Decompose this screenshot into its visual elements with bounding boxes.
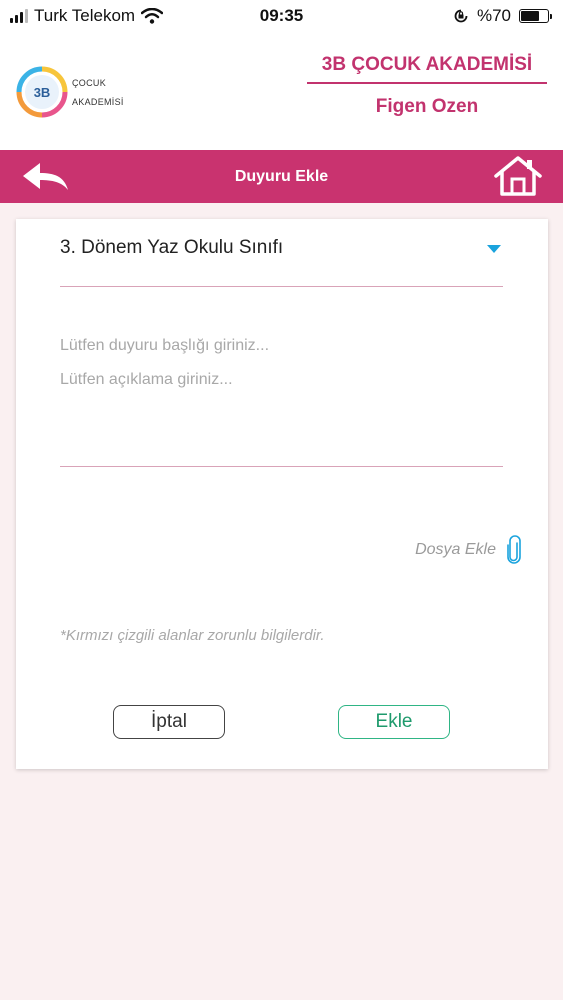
status-right: %70 <box>453 6 552 26</box>
nav-bar: Duyuru Ekle <box>0 150 563 203</box>
home-button[interactable] <box>493 155 543 197</box>
logo-icon: 3B <box>16 66 68 118</box>
signal-icon <box>10 9 28 23</box>
orientation-lock-icon <box>454 9 468 23</box>
announcement-description-input[interactable] <box>60 371 503 461</box>
attach-file-button[interactable]: Dosya Ekle <box>415 535 522 565</box>
home-icon <box>494 156 542 196</box>
brand-title: 3B ÇOCUK AKADEMİSİ <box>307 54 547 84</box>
status-left: Turk Telekom <box>10 6 164 26</box>
wifi-icon <box>141 8 164 24</box>
attach-file-label: Dosya Ekle <box>415 541 496 558</box>
logo-line-2: AKADEMİSİ <box>72 97 124 107</box>
page-title: Duyuru Ekle <box>234 168 329 185</box>
add-button[interactable]: Ekle <box>338 705 450 739</box>
announcement-title-input[interactable] <box>60 331 503 361</box>
carrier-label: Turk Telekom <box>34 6 136 25</box>
back-button[interactable] <box>20 158 72 194</box>
class-select-value: 3. Dönem Yaz Okulu Sınıfı <box>60 237 284 258</box>
logo-line-1: ÇOCUK <box>72 78 107 88</box>
announcement-form-card: 3. Dönem Yaz Okulu Sınıfı Dosya Ekle *Kı… <box>16 219 548 769</box>
logo-text: ÇOCUK AKADEMİSİ <box>72 74 124 112</box>
announcement-fields <box>60 331 503 467</box>
user-name: Figen Ozen <box>375 96 479 117</box>
battery-icon <box>519 9 552 23</box>
class-select[interactable]: 3. Dönem Yaz Okulu Sınıfı <box>60 219 503 287</box>
paperclip-icon <box>507 535 521 564</box>
chevron-down-icon <box>487 245 501 253</box>
battery-label: %70 <box>476 6 511 25</box>
status-bar: Turk Telekom 09:35 %70 <box>0 0 563 32</box>
required-fields-note: *Kırmızı çizgili alanlar zorunlu bilgile… <box>60 627 325 644</box>
logo-mark: 3B <box>34 85 51 100</box>
app-header: 3B ÇOCUK AKADEMİSİ 3B ÇOCUK AKADEMİSİ Fi… <box>0 32 563 150</box>
cancel-button[interactable]: İptal <box>113 705 225 739</box>
back-arrow-icon <box>23 163 68 190</box>
